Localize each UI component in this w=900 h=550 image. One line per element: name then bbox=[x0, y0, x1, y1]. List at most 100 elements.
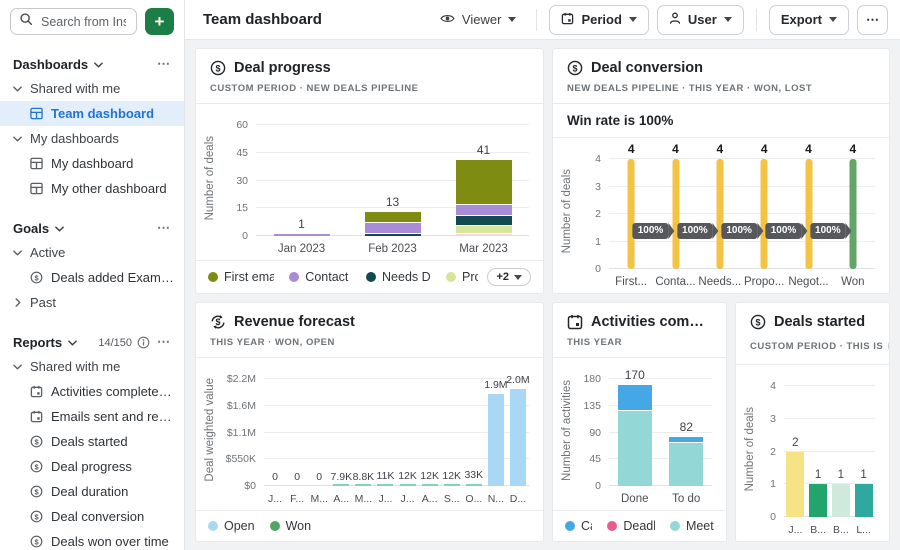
deals-started-bar-4[interactable] bbox=[855, 484, 873, 517]
svg-text:$: $ bbox=[572, 63, 577, 73]
eye-icon bbox=[440, 12, 455, 27]
sidebar-item-my-dashboard[interactable]: My dashboard bbox=[0, 151, 184, 176]
sidebar-item-deal-conversion[interactable]: $Deal conversion bbox=[0, 504, 184, 529]
deal-icon: $ bbox=[567, 60, 583, 76]
svg-text:$: $ bbox=[34, 437, 39, 446]
sidebar-item-deals-started[interactable]: $Deals started bbox=[0, 429, 184, 454]
gridline bbox=[609, 213, 875, 214]
revenue-forecast-bar-8[interactable] bbox=[422, 484, 438, 486]
legend-item-won[interactable]: Won bbox=[270, 519, 311, 533]
legend-item-meeting[interactable]: Meeting bbox=[670, 519, 714, 533]
deal-conversion-bar-4[interactable] bbox=[761, 159, 768, 269]
legend-dot bbox=[366, 272, 376, 282]
sidebar-item-deals-won-over-time[interactable]: $Deals won over time bbox=[0, 529, 184, 550]
sidebar-group-past[interactable]: Past bbox=[0, 290, 184, 315]
win-rate-headline: Win rate is 100% bbox=[553, 104, 889, 138]
plot-column: 0459013518017082DoneTo do bbox=[609, 366, 712, 508]
legend-item-deadline[interactable]: Deadline bbox=[607, 519, 655, 533]
section-menu-button[interactable]: ⋯ bbox=[157, 225, 171, 232]
section-menu-button[interactable]: ⋯ bbox=[157, 339, 171, 346]
add-button[interactable]: + bbox=[145, 8, 174, 35]
sidebar-item-deal-duration[interactable]: $Deal duration bbox=[0, 479, 184, 504]
revenue-forecast-bar-4[interactable] bbox=[333, 484, 349, 486]
user-button[interactable]: User bbox=[657, 5, 744, 35]
more-button[interactable]: ⋯ bbox=[857, 5, 888, 35]
card-header: $ Deal conversion NEW DEALS PIPELINE · T… bbox=[553, 49, 889, 104]
deal-progress-bar-2[interactable] bbox=[365, 212, 421, 236]
deal-icon: $ bbox=[30, 510, 43, 523]
deal-conversion-bar-1[interactable] bbox=[628, 159, 635, 269]
deal-conversion-bar-5[interactable] bbox=[805, 159, 812, 269]
section-label: Goals bbox=[13, 221, 49, 236]
bar-segment bbox=[849, 159, 856, 269]
sidebar-section-header-dashboards[interactable]: Dashboards⋯ bbox=[0, 53, 184, 76]
revenue-forecast-bar-10[interactable] bbox=[466, 484, 482, 486]
deal-progress-bar-1[interactable] bbox=[274, 234, 330, 236]
bar-segment bbox=[669, 443, 703, 486]
conversion-rate-badge: 100% bbox=[633, 223, 669, 239]
card-deal-progress: $ Deal progress CUSTOM PERIOD · NEW DEAL… bbox=[195, 48, 544, 294]
sidebar-search-row: + bbox=[0, 0, 184, 43]
card-subtitle: THIS YEAR · WON, OPEN bbox=[210, 337, 529, 348]
deal-conversion-bar-2[interactable] bbox=[672, 159, 679, 269]
bar-segment bbox=[672, 159, 679, 269]
revenue-forecast-bar-9[interactable] bbox=[444, 484, 460, 486]
revenue-forecast-bar-6[interactable] bbox=[377, 484, 393, 486]
period-button[interactable]: Period bbox=[549, 5, 648, 35]
legend-item-propo[interactable]: Propo bbox=[446, 270, 478, 284]
conversion-rate-badge: 100% bbox=[721, 223, 757, 239]
subtitle-more-pill[interactable]: +1 bbox=[888, 337, 890, 355]
gridline bbox=[784, 418, 875, 419]
legend-item-open[interactable]: Open bbox=[208, 519, 255, 533]
deal-icon: $ bbox=[30, 535, 43, 548]
deal-conversion-bar-6[interactable] bbox=[849, 159, 856, 269]
search-input[interactable] bbox=[39, 14, 128, 30]
group-label: Shared with me bbox=[30, 359, 120, 374]
activities-completed-bar-2[interactable] bbox=[669, 437, 703, 486]
svg-text:$: $ bbox=[34, 487, 39, 496]
sidebar-section-header-goals[interactable]: Goals ⋯ bbox=[0, 217, 184, 240]
x-category-label: J... bbox=[378, 493, 392, 505]
search-box[interactable] bbox=[10, 8, 137, 35]
sidebar-group-active[interactable]: Active bbox=[0, 240, 184, 265]
activities-completed-bar-1[interactable] bbox=[618, 385, 652, 486]
deal-progress-bar-3[interactable] bbox=[456, 160, 512, 236]
y-axis-label: Number of deals bbox=[744, 407, 756, 491]
deals-started-chart: Number of deals012342111J...B...B...L... bbox=[736, 365, 889, 541]
chevron-down-icon bbox=[13, 364, 22, 370]
section-menu-button[interactable]: ⋯ bbox=[157, 61, 171, 68]
x-category-label: L... bbox=[856, 524, 871, 536]
viewer-dropdown[interactable]: Viewer bbox=[432, 12, 525, 27]
sidebar-item-deal-progress[interactable]: $Deal progress bbox=[0, 454, 184, 479]
deals-started-bar-2[interactable] bbox=[809, 484, 827, 517]
info-icon[interactable] bbox=[137, 336, 150, 349]
bar-value-label: 1 bbox=[860, 469, 866, 481]
sidebar-group-my-dashboards[interactable]: My dashboards bbox=[0, 126, 184, 151]
sidebar-item-deals-added-example-t-[interactable]: $Deals added Example t... bbox=[0, 265, 184, 290]
deals-started-bar-1[interactable] bbox=[786, 452, 804, 518]
legend-item-first-email-sent[interactable]: First email sent bbox=[208, 270, 274, 284]
gridline bbox=[609, 268, 875, 269]
sidebar-item-emails-sent-and-received[interactable]: Emails sent and received bbox=[0, 404, 184, 429]
deal-conversion-bar-3[interactable] bbox=[716, 159, 723, 269]
sidebar-group-shared-with-me[interactable]: Shared with me bbox=[0, 76, 184, 101]
sidebar-item-team-dashboard[interactable]: Team dashboard bbox=[0, 101, 184, 126]
revenue-forecast-bar-7[interactable] bbox=[400, 484, 416, 486]
bar-segment bbox=[456, 205, 512, 216]
legend-item-call[interactable]: Call bbox=[565, 519, 592, 533]
revenue-forecast-bar-11[interactable] bbox=[488, 394, 504, 486]
legend-item-needs-defined[interactable]: Needs Defined bbox=[366, 270, 431, 284]
sidebar-group-shared-with-me[interactable]: Shared with me bbox=[0, 354, 184, 379]
legend-more-pill[interactable]: +2 bbox=[487, 268, 531, 286]
sidebar-item-activities-completed-an-[interactable]: Activities completed an... bbox=[0, 379, 184, 404]
bar-segment bbox=[669, 437, 703, 442]
export-button[interactable]: Export bbox=[769, 5, 849, 35]
sidebar-item-my-other-dashboard[interactable]: My other dashboard bbox=[0, 176, 184, 201]
card-subtitle: NEW DEALS PIPELINE · THIS YEAR · WON, LO… bbox=[567, 83, 875, 94]
deals-started-bar-3[interactable] bbox=[832, 484, 850, 517]
dashboard-icon bbox=[30, 157, 43, 170]
revenue-forecast-bar-12[interactable] bbox=[510, 389, 526, 486]
legend-item-contact-made[interactable]: Contact Made bbox=[289, 270, 351, 284]
revenue-forecast-bar-5[interactable] bbox=[355, 484, 371, 486]
sidebar-section-header-reports[interactable]: Reports14/150⋯ bbox=[0, 331, 184, 354]
